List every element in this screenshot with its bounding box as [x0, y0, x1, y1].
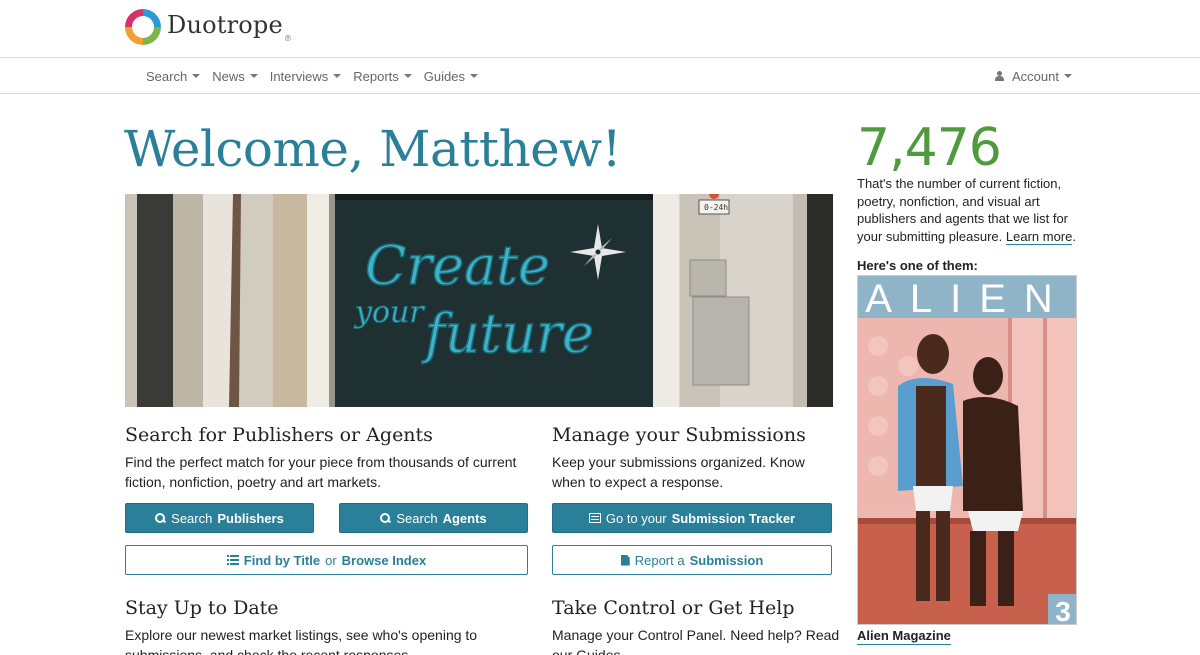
search-agents-button[interactable]: Search Agents [339, 503, 528, 533]
svg-text:3: 3 [1055, 596, 1071, 625]
duotrope-logo[interactable]: Duotrope® [125, 9, 292, 45]
search-icon [155, 512, 166, 524]
stay-section-text: Explore our newest market listings, see … [125, 627, 478, 655]
caret-down-icon [469, 74, 478, 78]
control-section-text: Manage your Control Panel. Need help? Re… [552, 627, 840, 655]
caret-down-icon [333, 74, 342, 78]
caret-down-icon [403, 74, 412, 78]
account-dropdown[interactable]: Account [995, 69, 1072, 84]
nav-guides[interactable]: Guides [424, 69, 478, 84]
nav-reports[interactable]: Reports [353, 69, 412, 84]
market-count-text: That's the number of current fiction, po… [857, 176, 1076, 245]
logo-ring-icon [125, 9, 161, 45]
caret-down-icon [249, 74, 258, 78]
mural-word-future: future [421, 302, 594, 365]
manage-section-title: Manage your Submissions [552, 424, 806, 446]
top-header: Duotrope® [0, 0, 1200, 58]
logo-text: Duotrope® [167, 11, 293, 43]
market-count: 7,476 [857, 118, 1002, 178]
caret-down-icon [192, 74, 201, 78]
tracker-icon [588, 513, 601, 523]
manage-section-text: Keep your submissions organized. Know wh… [552, 454, 805, 490]
svg-text:0-24h: 0-24h [704, 203, 728, 212]
create-your-future-mural: 0-24h Create your future [125, 194, 833, 407]
nav-search[interactable]: Search [146, 69, 201, 84]
list-icon [226, 555, 239, 565]
control-section-title: Take Control or Get Help [552, 597, 795, 619]
mural-word-your: your [353, 295, 425, 330]
find-by-title-button[interactable]: Find by Title or Browse Index [125, 545, 528, 575]
stay-section-title: Stay Up to Date [125, 597, 279, 619]
mural-word-create: Create [365, 234, 550, 297]
submission-tracker-button[interactable]: Go to your Submission Tracker [552, 503, 832, 533]
hero-image: 0-24h Create your future [125, 194, 833, 407]
search-section-text: Find the perfect match for your piece fr… [125, 454, 517, 490]
welcome-heading: Welcome, Matthew! [124, 120, 622, 178]
alien-magazine-cover-image: ALIEN 3 [858, 276, 1076, 625]
nav-news[interactable]: News [212, 69, 258, 84]
report-submission-button[interactable]: Report a Submission [552, 545, 832, 575]
account-menu[interactable]: Account [995, 58, 1072, 94]
user-icon [995, 71, 1005, 81]
featured-magazine-link[interactable]: Alien Magazine [857, 628, 951, 645]
nav-interviews[interactable]: Interviews [270, 69, 342, 84]
search-icon [380, 512, 391, 524]
caret-down-icon [1064, 74, 1072, 78]
featured-magazine-cover[interactable]: ALIEN 3 [857, 275, 1077, 625]
nav-menu: Search News Interviews Reports Guides [146, 58, 478, 94]
file-icon [620, 554, 630, 566]
main-navbar: Search News Interviews Reports Guides Ac… [0, 58, 1200, 94]
search-section-title: Search for Publishers or Agents [125, 424, 433, 446]
svg-text:ALIEN: ALIEN [865, 277, 1071, 321]
search-publishers-button[interactable]: Search Publishers [125, 503, 314, 533]
featured-label: Here's one of them: [857, 258, 978, 273]
learn-more-link[interactable]: Learn more [1005, 228, 1073, 245]
